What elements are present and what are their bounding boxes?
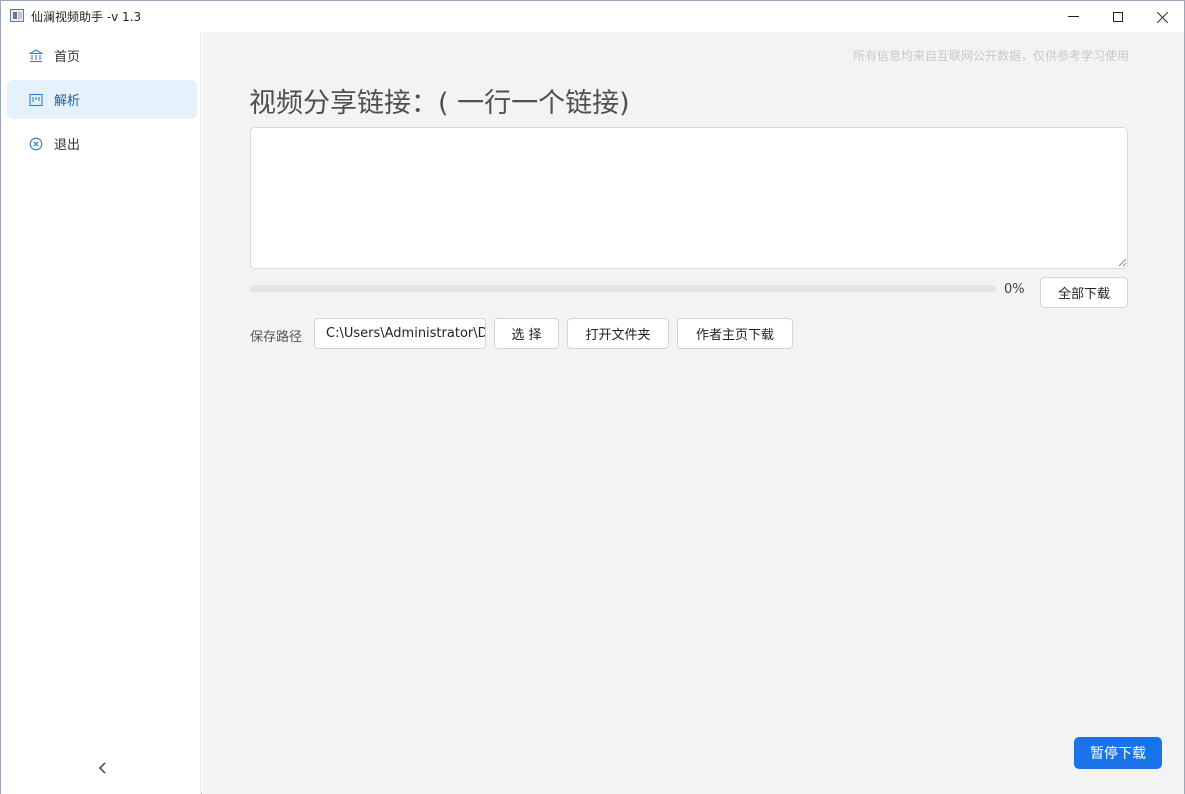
sidebar-item-label: 首页	[54, 50, 81, 65]
maximize-icon	[1113, 11, 1123, 22]
progress-percent: 0%	[1004, 282, 1025, 297]
bank-icon	[29, 48, 43, 63]
save-path-label: 保存路径	[250, 330, 303, 345]
resize-grip-icon[interactable]	[1118, 258, 1127, 267]
download-all-button[interactable]: 全部下载	[1040, 277, 1128, 308]
board-icon	[29, 93, 43, 107]
maximize-button[interactable]	[1095, 1, 1141, 32]
sidebar-item-parse[interactable]: 解析	[7, 80, 197, 119]
window-title: 仙澜视频助手 -v 1.3	[31, 10, 142, 24]
sidebar-item-home[interactable]: 首页	[7, 36, 197, 75]
minimize-button[interactable]	[1050, 1, 1096, 32]
page-title: 视频分享链接：( 一行一个链接)	[249, 88, 630, 119]
sidebar-item-exit[interactable]: 退出	[7, 124, 197, 163]
save-path-input[interactable]: C:\Users\Administrator\D	[314, 318, 486, 349]
main-content: 所有信息均来自互联网公开数据，仅供参考学习使用 视频分享链接：( 一行一个链接)…	[202, 32, 1184, 794]
download-progress-bar	[250, 285, 996, 292]
sidebar: 首页 解析 退出	[1, 32, 201, 794]
disclaimer-text: 所有信息均来自互联网公开数据，仅供参考学习使用	[852, 49, 1129, 63]
close-icon	[1157, 11, 1169, 23]
minimize-icon	[1067, 16, 1079, 17]
collapse-sidebar-button[interactable]	[93, 758, 113, 778]
pause-download-button[interactable]: 暂停下载	[1074, 737, 1162, 769]
title-bar: 仙澜视频助手 -v 1.3	[1, 1, 1184, 32]
author-homepage-download-button[interactable]: 作者主页下载	[677, 318, 793, 349]
video-links-input[interactable]	[250, 127, 1128, 269]
app-window: 仙澜视频助手 -v 1.3 首页 解析 退出 所有信息均来自互联网公开数据，仅供…	[0, 0, 1185, 794]
close-window-button[interactable]	[1140, 1, 1185, 32]
open-folder-button[interactable]: 打开文件夹	[567, 318, 669, 349]
sidebar-item-label: 退出	[54, 138, 81, 153]
chevron-left-icon	[99, 762, 106, 774]
sidebar-item-label: 解析	[54, 94, 81, 109]
close-circle-icon	[29, 137, 43, 151]
choose-path-button[interactable]: 选 择	[494, 318, 559, 349]
app-icon	[10, 9, 24, 22]
